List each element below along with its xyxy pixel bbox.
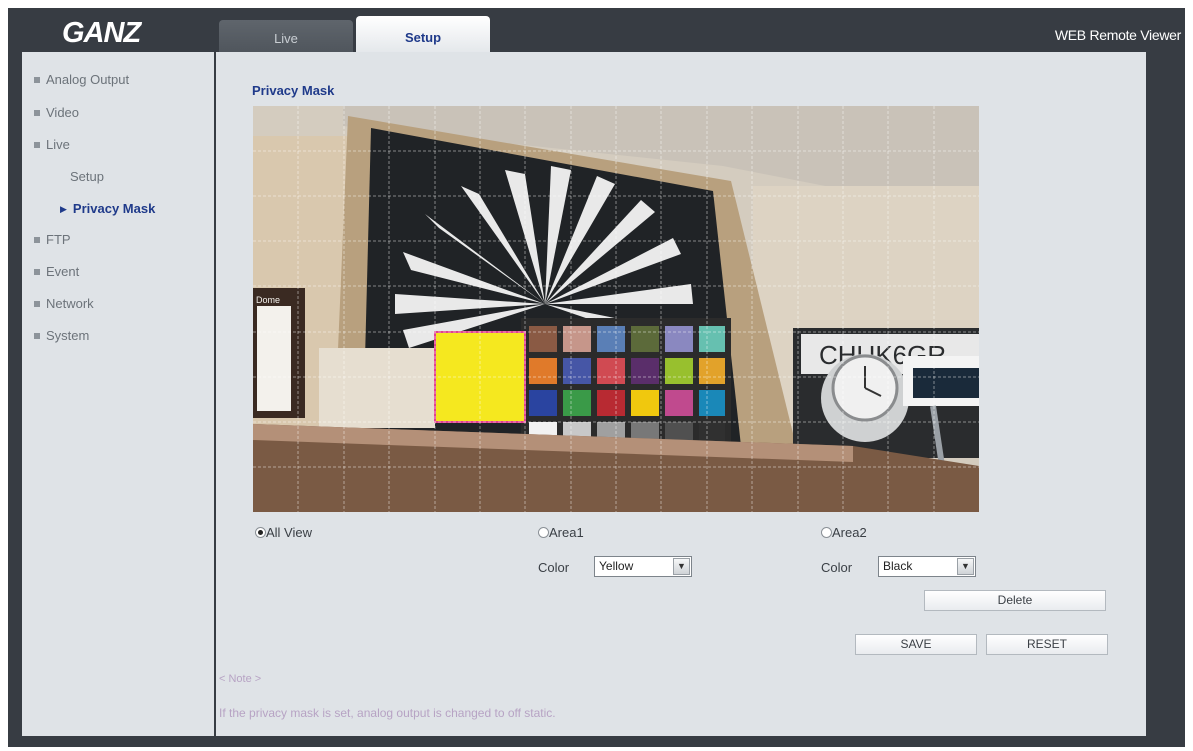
sidebar-item-label: Video bbox=[46, 105, 80, 120]
area2-option[interactable]: Area2 bbox=[821, 525, 867, 540]
area2-label: Area2 bbox=[832, 525, 867, 540]
svg-text:Dome: Dome bbox=[256, 295, 280, 305]
sidebar-item-ftp[interactable]: FTP bbox=[34, 232, 71, 247]
area1-color-select[interactable]: Yellow ▼ bbox=[594, 556, 692, 577]
area2-color-label: Color bbox=[821, 560, 853, 575]
sidebar-item-label: Live bbox=[46, 137, 70, 152]
area1-color-value: Yellow bbox=[599, 559, 634, 573]
sidebar-item-live[interactable]: Live bbox=[34, 137, 70, 152]
bullet-icon bbox=[34, 76, 40, 83]
main-panel: Privacy Mask Dome CHUK6GR All View Area1… bbox=[216, 52, 1146, 736]
camera-scene: Dome CHUK6GR bbox=[253, 106, 979, 512]
area2-color-select[interactable]: Black ▼ bbox=[878, 556, 976, 577]
area2-color-value: Black bbox=[883, 559, 913, 573]
area1-option[interactable]: Area1 bbox=[538, 525, 584, 540]
delete-button[interactable]: Delete bbox=[924, 590, 1106, 611]
sidebar-item-privacy-mask[interactable]: ▶ Privacy Mask bbox=[60, 201, 155, 216]
sidebar-item-label: Setup bbox=[70, 169, 104, 184]
sidebar-item-event[interactable]: Event bbox=[34, 264, 79, 279]
sidebar-item-video[interactable]: Video bbox=[34, 105, 79, 120]
app-title: WEB Remote Viewer bbox=[1054, 27, 1181, 43]
all-view-label: All View bbox=[266, 525, 313, 540]
arrow-right-icon: ▶ bbox=[60, 204, 67, 214]
bullet-icon bbox=[34, 109, 40, 116]
area1-label: Area1 bbox=[549, 525, 584, 540]
page-title: Privacy Mask bbox=[252, 83, 335, 98]
sidebar-item-label: FTP bbox=[46, 232, 71, 247]
save-button[interactable]: SAVE bbox=[855, 634, 977, 655]
sidebar-item-setup[interactable]: Setup bbox=[70, 169, 104, 184]
sidebar-item-analog-output[interactable]: Analog Output bbox=[34, 72, 129, 87]
sidebar-item-label: Event bbox=[46, 264, 80, 279]
sidebar-item-label: Privacy Mask bbox=[72, 201, 156, 216]
bullet-icon bbox=[34, 300, 40, 307]
bullet-icon bbox=[34, 332, 40, 339]
chevron-down-icon[interactable]: ▼ bbox=[957, 558, 974, 575]
note-heading: < Note > bbox=[219, 673, 262, 685]
reset-button[interactable]: RESET bbox=[986, 634, 1108, 655]
ganz-logo: GANZ bbox=[60, 16, 178, 49]
area1-radio[interactable] bbox=[538, 527, 549, 539]
area1-color-label: Color bbox=[538, 560, 570, 575]
svg-text:GANZ: GANZ bbox=[62, 17, 142, 48]
camera-preview[interactable]: Dome CHUK6GR bbox=[253, 106, 979, 512]
note-text: If the privacy mask is set, analog outpu… bbox=[219, 706, 556, 720]
area2-radio[interactable] bbox=[821, 527, 832, 539]
sidebar-item-label: Analog Output bbox=[46, 72, 130, 87]
app-window: GANZ Live Setup WEB Remote Viewer Analog… bbox=[8, 8, 1185, 747]
sidebar-item-label: System bbox=[46, 328, 90, 343]
bullet-icon bbox=[34, 236, 40, 243]
chevron-down-icon[interactable]: ▼ bbox=[673, 558, 690, 575]
all-view-radio[interactable] bbox=[255, 527, 266, 539]
sidebar: Analog Output Video Live Setup ▶ Privacy … bbox=[22, 52, 214, 736]
sidebar-item-label: Network bbox=[46, 296, 94, 311]
sidebar-item-system[interactable]: System bbox=[34, 328, 89, 343]
sidebar-item-network[interactable]: Network bbox=[34, 296, 94, 311]
bullet-icon bbox=[34, 141, 40, 148]
all-view-option[interactable]: All View bbox=[255, 525, 312, 540]
bullet-icon bbox=[34, 268, 40, 275]
